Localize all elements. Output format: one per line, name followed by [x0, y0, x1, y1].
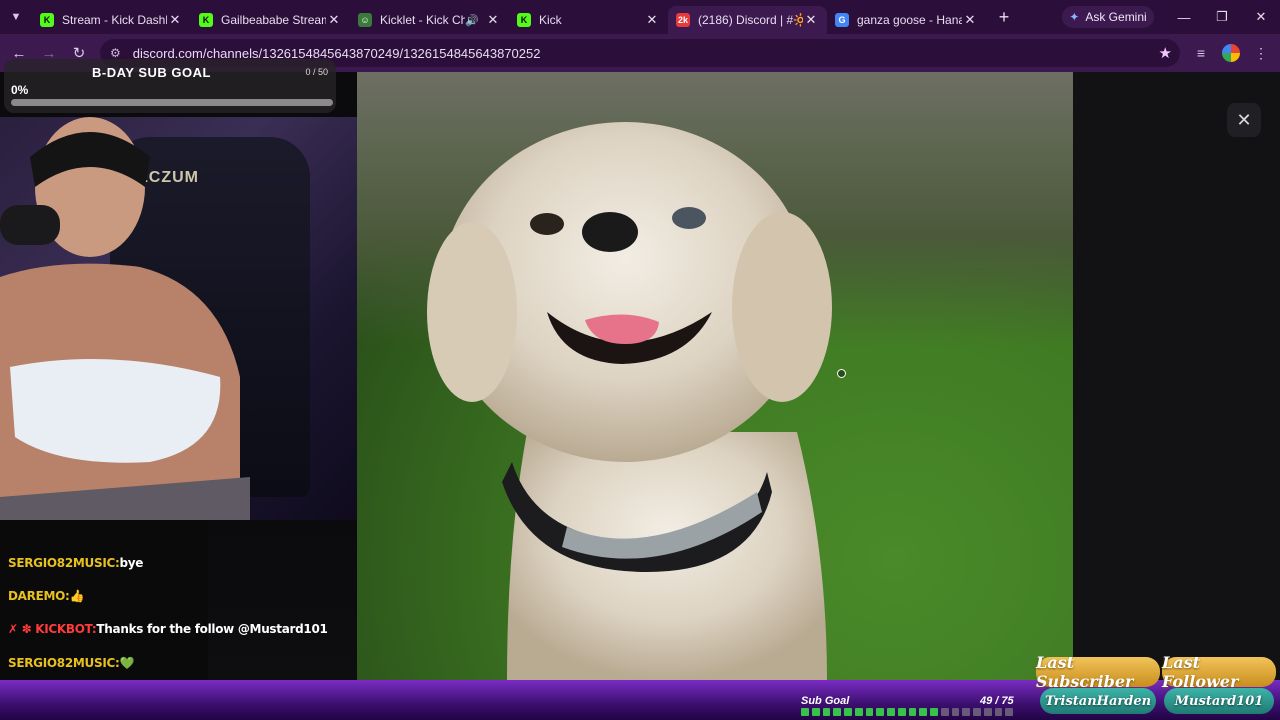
- bday-goal-count: 0 / 50: [305, 67, 328, 77]
- ask-gemini-button[interactable]: ✦ Ask Gemini: [1062, 6, 1154, 28]
- sub-goal-segment: [811, 708, 820, 716]
- chat-username: DAREMO:: [8, 589, 70, 603]
- sub-goal-segment: [876, 708, 884, 716]
- sub-goal-progress: [801, 708, 1013, 716]
- site-info-icon[interactable]: ⚙: [110, 46, 121, 60]
- tab-list: KStream - Kick Dashboard✕KGailbeababe St…: [32, 0, 986, 34]
- sub-goal-segment: [833, 708, 841, 716]
- sub-goal-segment: [940, 708, 949, 716]
- last-subscriber-name: TristanHarden: [1040, 688, 1156, 714]
- last-follower-name: Mustard101: [1164, 688, 1274, 714]
- browser-tab[interactable]: K Gailbeababe Stream - Kick✕: [191, 6, 350, 34]
- zoom-cursor-icon: [837, 369, 846, 378]
- sub-goal-segment: [919, 708, 927, 716]
- webcam-feed: ZCZUM: [0, 117, 357, 520]
- tab-close-icon[interactable]: ✕: [326, 12, 342, 28]
- discord-member-list: [1073, 72, 1280, 680]
- chat-message-text: bye: [119, 556, 144, 570]
- chat-username: SERGIO82MUSIC:: [8, 556, 120, 570]
- tab-close-icon[interactable]: ✕: [803, 12, 819, 28]
- tab-favicon-icon: ☺: [358, 13, 372, 27]
- restore-icon[interactable]: ❐: [1203, 0, 1241, 34]
- sub-goal-label: Sub Goal: [801, 695, 850, 707]
- sub-goal-segment: [854, 708, 863, 716]
- sub-goal-count: 49 / 75: [980, 695, 1014, 707]
- tab-favicon-icon: 2k: [676, 13, 690, 27]
- last-subscriber-title: Last Subscriber: [1036, 653, 1160, 691]
- ask-gemini-label: Ask Gemini: [1085, 10, 1147, 24]
- sub-goal-segment: [865, 708, 874, 716]
- tab-title: Kick: [539, 13, 562, 27]
- browser-tab[interactable]: K Kick ✕: [509, 6, 668, 34]
- profile-icon: [1222, 44, 1240, 62]
- tab-title: (2186) Discord | #🔆 |: [698, 13, 803, 27]
- chat-message: SERGIO82MUSIC:bye: [8, 556, 143, 570]
- streamer-figure: [0, 117, 250, 520]
- screen: ▼ KStream - Kick Dashboard✕KGailbeababe …: [0, 0, 1280, 720]
- bday-goal-percent: 0%: [11, 83, 29, 97]
- sub-goal-segment: [973, 708, 981, 716]
- bday-goal-progress-track: [11, 99, 333, 106]
- chat-username: ✗ ✽ KICKBOT:: [8, 622, 97, 636]
- sub-goal-segment: [983, 708, 992, 716]
- profile-avatar[interactable]: [1216, 34, 1246, 72]
- sub-goal-segment: [930, 708, 938, 716]
- window-close-icon[interactable]: ✕: [1242, 0, 1280, 34]
- sub-goal-segment: [887, 708, 895, 716]
- tab-title: Kicklet - Kick Chatbot: [380, 13, 466, 27]
- sub-goal-segment: [908, 708, 917, 716]
- image-viewer-photo[interactable]: [357, 72, 1073, 680]
- chat-username: SERGIO82MUSIC:: [8, 656, 120, 670]
- chat-message: ✗ ✽ KICKBOT:Thanks for the follow @Musta…: [8, 622, 328, 636]
- tab-search-icon[interactable]: ▼: [0, 0, 32, 34]
- bday-goal-title: B-DAY SUB GOAL: [92, 65, 211, 80]
- sub-goal-segment: [801, 708, 809, 716]
- chat-message: SERGIO82MUSIC:💚: [8, 656, 134, 670]
- tab-favicon-icon: K: [199, 13, 213, 27]
- tab-favicon-icon: G: [835, 13, 849, 27]
- microphone: [0, 205, 60, 245]
- gemini-icon: ✦: [1069, 10, 1080, 24]
- browser-tab[interactable]: ☺ Kicklet - Kick Chatbot🔊 ✕: [350, 6, 509, 34]
- dog-illustration: [427, 122, 832, 680]
- sub-goal-segment: [822, 708, 831, 716]
- sub-goal-segment: [951, 708, 960, 716]
- browser-tab[interactable]: K Stream - Kick Dashboard✕: [32, 6, 191, 34]
- new-tab-icon[interactable]: +: [990, 7, 1018, 28]
- chat-message-text: 👍: [69, 589, 85, 603]
- tab-title: Gailbeababe Stream - Kick: [221, 13, 326, 27]
- chat-message-text: 💚: [119, 656, 135, 670]
- chat-message: DAREMO:👍: [8, 589, 84, 603]
- bookmark-star-icon[interactable]: ★: [1159, 44, 1172, 62]
- sub-goal-segment: [897, 708, 906, 716]
- browser-tab[interactable]: 2k (2186) Discord | #🔆 | ✕: [668, 6, 827, 34]
- chat-overlay-shadow: [208, 520, 357, 680]
- last-follower-title: Last Follower: [1162, 653, 1276, 691]
- tab-audio-icon[interactable]: 🔊: [465, 14, 479, 27]
- minimize-icon[interactable]: —: [1165, 0, 1203, 34]
- chat-message-text: Thanks for the follow @Mustard101: [96, 622, 328, 636]
- menu-kebab-icon[interactable]: ⋮: [1246, 34, 1276, 72]
- tab-favicon-icon: K: [517, 13, 531, 27]
- sub-goal-segment: [844, 708, 852, 716]
- sub-goal-segment: [962, 708, 970, 716]
- tab-close-icon[interactable]: ✕: [167, 12, 183, 28]
- tab-favicon-icon: K: [40, 13, 54, 27]
- tab-title: Stream - Kick Dashboard: [62, 13, 167, 27]
- tab-close-icon[interactable]: ✕: [644, 12, 660, 28]
- media-controls-icon[interactable]: ≡: [1186, 34, 1216, 72]
- sub-goal-segment: [1005, 708, 1013, 716]
- sub-goal-segment: [994, 708, 1003, 716]
- tab-close-icon[interactable]: ✕: [485, 12, 501, 28]
- bday-sub-goal-widget: B-DAY SUB GOAL 0 / 50 0%: [4, 59, 336, 113]
- browser-tab[interactable]: Gganza goose - Hanapin✕: [827, 6, 986, 34]
- close-viewer-button[interactable]: ✕: [1227, 103, 1261, 137]
- tab-close-icon[interactable]: ✕: [962, 12, 978, 28]
- tab-title: ganza goose - Hanapin: [857, 13, 962, 27]
